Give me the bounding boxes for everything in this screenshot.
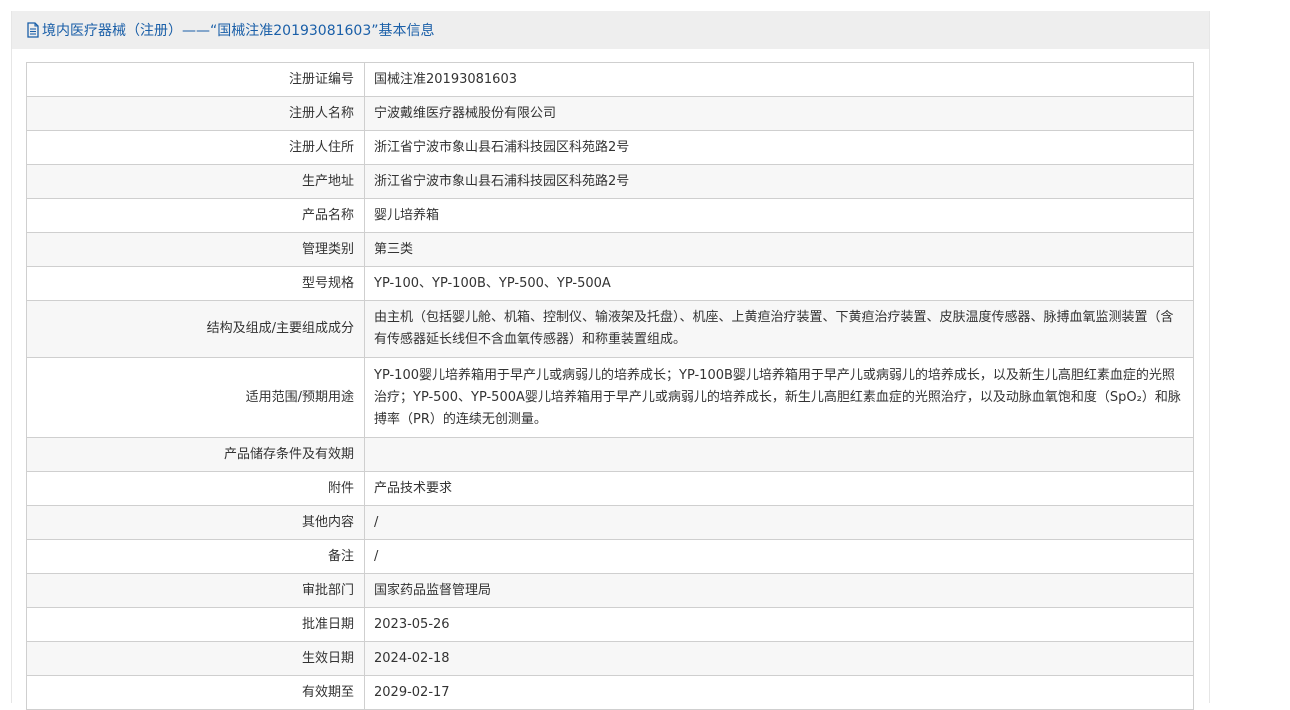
row-label: 结构及组成/主要组成成分 [26,300,365,358]
row-label: 型号规格 [26,266,365,301]
row-label: 附件 [26,471,365,506]
table-row: 其他内容 / [26,505,1194,540]
row-label: 适用范围/预期用途 [26,357,365,438]
table-row: 适用范围/预期用途 YP-100婴儿培养箱用于早产儿或病弱儿的培养成长；YP-1… [26,357,1194,438]
row-value: 2029-02-17 [364,675,1194,710]
table-row: 管理类别 第三类 [26,232,1194,267]
row-label: 有效期至 [26,675,365,710]
table-row: 结构及组成/主要组成成分 由主机（包括婴儿舱、机箱、控制仪、输液架及托盘）、机座… [26,300,1194,358]
row-value: 第三类 [364,232,1194,267]
row-label: 产品储存条件及有效期 [26,437,365,472]
row-value: 婴儿培养箱 [364,198,1194,233]
row-value: / [364,539,1194,574]
row-label: 注册人名称 [26,96,365,131]
table-row: 备注 / [26,539,1194,574]
page-title: 境内医疗器械（注册）——“国械注准20193081603”基本信息 [42,23,435,39]
row-value: 浙江省宁波市象山县石浦科技园区科苑路2号 [364,164,1194,199]
table-row: 产品储存条件及有效期 [26,437,1194,472]
table-row: 有效期至 2029-02-17 [26,675,1194,710]
row-value: / [364,505,1194,540]
row-value: 国家药品监督管理局 [364,573,1194,608]
row-value: 浙江省宁波市象山县石浦科技园区科苑路2号 [364,130,1194,165]
row-value [364,437,1194,472]
table-row: 注册人住所 浙江省宁波市象山县石浦科技园区科苑路2号 [26,130,1194,165]
row-value: 2024-02-18 [364,641,1194,676]
info-table-wrap: 注册证编号 国械注准20193081603 注册人名称 宁波戴维医疗器械股份有限… [26,62,1194,710]
table-row: 型号规格 YP-100、YP-100B、YP-500、YP-500A [26,266,1194,301]
row-value: 宁波戴维医疗器械股份有限公司 [364,96,1194,131]
row-label: 生效日期 [26,641,365,676]
row-label: 注册证编号 [26,62,365,97]
row-label: 生产地址 [26,164,365,199]
row-label: 其他内容 [26,505,365,540]
row-label: 备注 [26,539,365,574]
table-row: 审批部门 国家药品监督管理局 [26,573,1194,608]
table-row: 批准日期 2023-05-26 [26,607,1194,642]
panel-header: 境内医疗器械（注册）——“国械注准20193081603”基本信息 [12,11,1209,49]
row-value: YP-100婴儿培养箱用于早产儿或病弱儿的培养成长；YP-100B婴儿培养箱用于… [364,357,1194,438]
row-value: 产品技术要求 [364,471,1194,506]
row-value: 由主机（包括婴儿舱、机箱、控制仪、输液架及托盘）、机座、上黄疸治疗装置、下黄疸治… [364,300,1194,358]
detail-panel: 境内医疗器械（注册）——“国械注准20193081603”基本信息 注册证编号 … [11,11,1210,710]
table-row: 产品名称 婴儿培养箱 [26,198,1194,233]
table-row: 注册人名称 宁波戴维医疗器械股份有限公司 [26,96,1194,131]
row-value: 国械注准20193081603 [364,62,1194,97]
table-row: 生效日期 2024-02-18 [26,641,1194,676]
row-label: 管理类别 [26,232,365,267]
table-row: 注册证编号 国械注准20193081603 [26,62,1194,97]
row-label: 注册人住所 [26,130,365,165]
document-icon [26,22,40,38]
table-row: 附件 产品技术要求 [26,471,1194,506]
row-value: YP-100、YP-100B、YP-500、YP-500A [364,266,1194,301]
row-label: 产品名称 [26,198,365,233]
table-row: 生产地址 浙江省宁波市象山县石浦科技园区科苑路2号 [26,164,1194,199]
row-label: 审批部门 [26,573,365,608]
info-table: 注册证编号 国械注准20193081603 注册人名称 宁波戴维医疗器械股份有限… [26,62,1194,710]
row-value: 2023-05-26 [364,607,1194,642]
row-label: 批准日期 [26,607,365,642]
